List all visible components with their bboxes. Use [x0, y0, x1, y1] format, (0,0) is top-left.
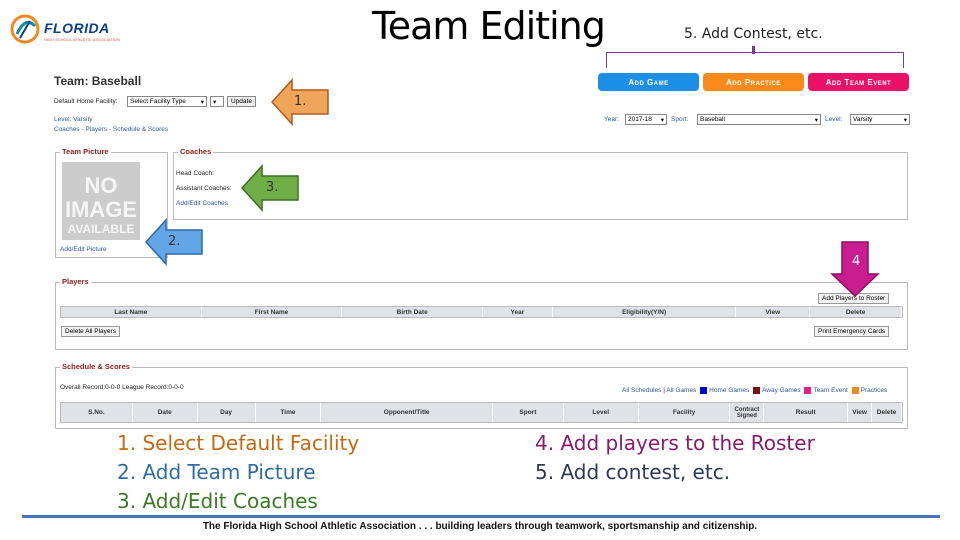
- schedule-legend: Schedule & Scores: [60, 362, 132, 371]
- slide-title: Team Editing: [372, 4, 606, 48]
- col-level: Level: [564, 403, 639, 422]
- team-nav-links[interactable]: Coaches - Players - Schedule & Scores: [54, 126, 168, 133]
- col-date: Date: [133, 403, 198, 422]
- add-game-button[interactable]: Add Game: [598, 73, 699, 91]
- logo-text: FLORIDA: [44, 20, 110, 36]
- players-legend: Players: [60, 277, 91, 286]
- practice-color-swatch: [851, 387, 859, 394]
- col-day: Day: [198, 403, 256, 422]
- schedule-table-header: S.No. Date Day Time Opponent/Title Sport…: [60, 402, 903, 423]
- col-birth-date: Birth Date: [342, 307, 484, 317]
- level-value: Varsity: [853, 116, 873, 123]
- record-text: Overall Record:0-0-0 League Record:0-0-0: [60, 384, 184, 391]
- home-games-legend: Home Games: [709, 387, 750, 395]
- step-2: 2. Add Team Picture: [117, 460, 316, 484]
- logo-subtitle: HIGH SCHOOL ATHLETIC ASSOCIATION: [44, 37, 120, 42]
- no-image-placeholder: NO IMAGE AVAILABLE: [62, 162, 140, 240]
- steps-right-list: 4. Add players to the Roster 5. Add cont…: [535, 429, 815, 487]
- filter-separator: |: [663, 387, 665, 395]
- col-delete: Delete: [872, 403, 902, 422]
- away-games-legend: Away Games: [762, 387, 801, 395]
- home-color-swatch: [700, 387, 708, 394]
- col-view: View: [736, 307, 811, 317]
- arrow-4-icon: [830, 241, 880, 298]
- col-time: Time: [256, 403, 322, 422]
- sport-value: Baseball: [700, 116, 725, 123]
- noimg-line1: NO: [84, 173, 118, 198]
- col-eligibility: Eligibility(Y/N): [553, 307, 737, 317]
- players-table-header: Last Name First Name Birth Date Year Eli…: [60, 306, 903, 318]
- sport-select[interactable]: Baseball ▾: [697, 114, 821, 125]
- col-view: View: [848, 403, 873, 422]
- arrow-2-label: 2.: [168, 234, 181, 249]
- bracket-tip: [752, 46, 755, 54]
- step-1: 1. Select Default Facility: [117, 431, 360, 455]
- facility-select[interactable]: ▾: [210, 96, 224, 107]
- col-contract: Contract Signed: [730, 403, 765, 422]
- print-emergency-cards-button[interactable]: Print Emergency Cards: [814, 326, 890, 337]
- team-picture-legend: Team Picture: [60, 147, 111, 156]
- col-sno: S.No.: [61, 403, 133, 422]
- year-select[interactable]: 2017-18 ▾: [625, 114, 667, 125]
- schedule-filters: All Schedules | All Games Home Games Awa…: [622, 387, 887, 394]
- level-select-label: Level:: [825, 116, 843, 123]
- default-facility-label: Default Home Facility:: [54, 98, 118, 105]
- col-facility: Facility: [639, 403, 731, 422]
- assistant-coaches-label: Assistant Coaches:: [176, 185, 232, 192]
- chevron-down-icon: ▾: [200, 98, 204, 106]
- add-practice-button[interactable]: Add Practice: [703, 73, 804, 91]
- sport-label: Sport:: [671, 116, 689, 123]
- chevron-down-icon: ▾: [213, 98, 217, 106]
- all-schedules-link[interactable]: All Schedules: [622, 387, 661, 394]
- footer-text: The Florida High School Athletic Associa…: [202, 521, 758, 532]
- level-link[interactable]: Level: Varsity: [54, 116, 93, 123]
- practices-legend: Practices: [860, 387, 888, 395]
- col-first-name: First Name: [202, 307, 343, 317]
- col-delete: Delete: [810, 307, 903, 317]
- bracket: [606, 52, 904, 68]
- chevron-down-icon: ▾: [660, 116, 664, 124]
- team-name: Team: Baseball: [54, 74, 142, 88]
- footer-divider: [22, 515, 940, 518]
- coaches-legend: Coaches: [178, 147, 214, 156]
- step-5: 5. Add contest, etc.: [535, 460, 731, 484]
- step-3: 3. Add/Edit Coaches: [117, 489, 318, 513]
- delete-all-players-button[interactable]: Delete All Players: [61, 326, 120, 337]
- col-last-name: Last Name: [61, 307, 202, 317]
- away-color-swatch: [753, 387, 761, 394]
- chevron-down-icon: ▾: [903, 116, 907, 124]
- update-button[interactable]: Update: [227, 96, 256, 107]
- add-edit-picture-link[interactable]: Add/Edit Picture: [60, 246, 107, 253]
- level-select[interactable]: Varsity ▾: [850, 114, 910, 125]
- arrow-4-label: 4: [852, 254, 861, 269]
- facility-type-value: Select Facility Type: [130, 98, 186, 105]
- col-year: Year: [483, 307, 553, 317]
- chevron-down-icon: ▾: [814, 116, 818, 124]
- year-value: 2017-18: [628, 116, 652, 123]
- steps-left-list: 1. Select Default Facility 2. Add Team P…: [117, 429, 359, 516]
- all-games-link[interactable]: All Games: [666, 387, 696, 394]
- arrow-3-label: 3.: [266, 180, 279, 195]
- event-color-swatch: [804, 387, 812, 394]
- year-label: Year:: [604, 116, 619, 123]
- team-event-legend: Team Event: [813, 387, 848, 395]
- add-edit-coaches-link[interactable]: Add/Edit Coaches: [176, 200, 228, 207]
- col-opponent: Opponent/Title: [321, 403, 493, 422]
- noimg-line3: AVAILABLE: [67, 222, 135, 236]
- step-4: 4. Add players to the Roster: [535, 431, 815, 455]
- head-coach-label: Head Coach:: [176, 170, 214, 177]
- noimg-line2: IMAGE: [64, 197, 138, 222]
- col-sport: Sport: [493, 403, 564, 422]
- facility-type-select[interactable]: Select Facility Type ▾: [127, 96, 207, 107]
- top-callout: 5. Add Contest, etc.: [684, 26, 823, 42]
- add-team-event-button[interactable]: Add Team Event: [808, 73, 909, 91]
- arrow-1-label: 1.: [294, 94, 307, 109]
- col-result: Result: [764, 403, 849, 422]
